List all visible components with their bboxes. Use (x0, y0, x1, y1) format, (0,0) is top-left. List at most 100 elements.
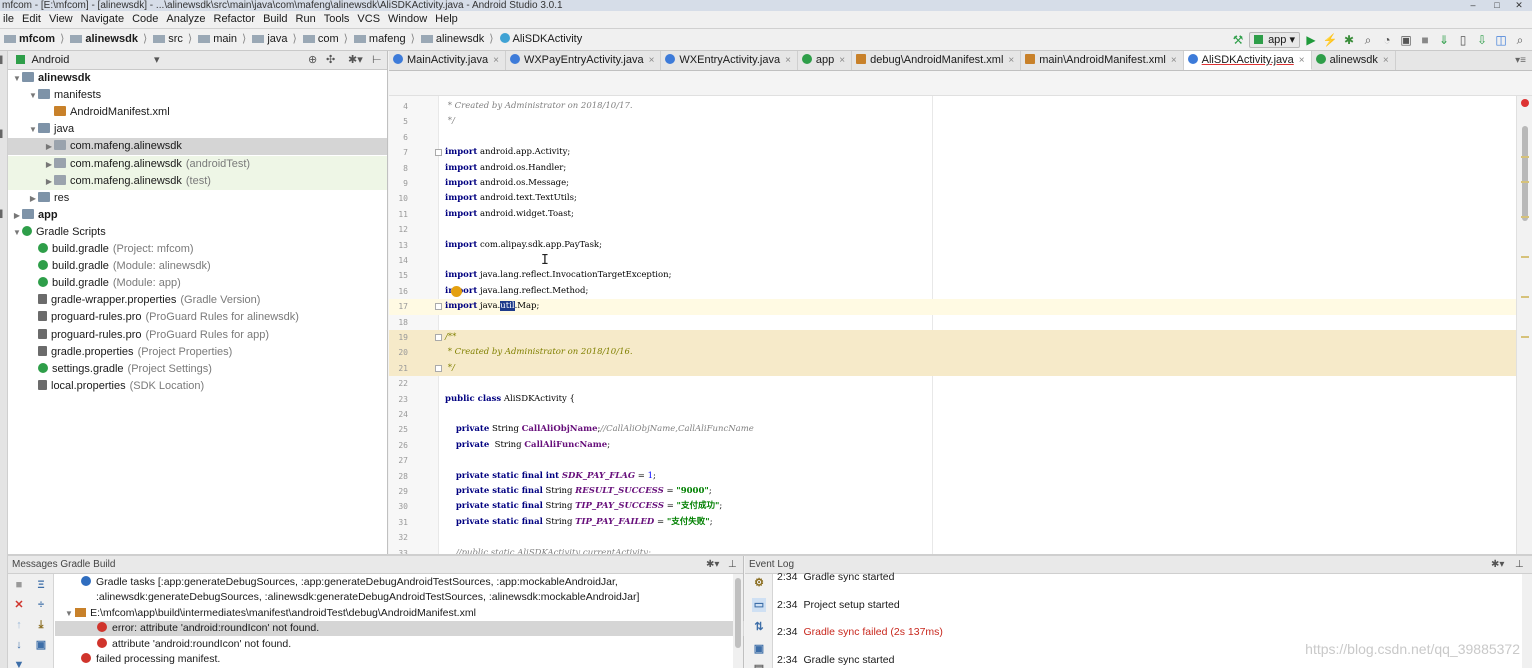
code-line[interactable]: * Created by Administrator on 2018/10/16… (445, 345, 633, 360)
breadcrumb-item[interactable]: mfcom (0, 29, 58, 50)
hide-panel-icon[interactable]: ⊥ (728, 556, 737, 574)
tree-node[interactable]: ▶ app (8, 207, 387, 224)
tree-node[interactable]: ▶ res (8, 190, 387, 207)
chevron-right-icon[interactable]: ▶ (44, 138, 54, 155)
error-stripe-icon[interactable] (1521, 99, 1529, 107)
editor-tab[interactable]: main\AndroidManifest.xml × (1021, 51, 1184, 70)
mark-read-icon[interactable]: ▣ (752, 642, 766, 656)
editor-tab[interactable]: AliSDKActivity.java × (1183, 51, 1312, 70)
code-editor[interactable]: 4 * Created by Administrator on 2018/10/… (389, 71, 1532, 554)
menu-item-tools[interactable]: Tools (321, 11, 355, 28)
close-tab-icon[interactable]: × (785, 55, 791, 66)
structure-tool-icon[interactable]: ▌ (0, 131, 8, 138)
close-window-button[interactable]: ✕ (1508, 0, 1530, 11)
tree-node[interactable]: ▶ com.mafeng.alinewsdk (androidTest) (8, 155, 387, 173)
code-line[interactable]: //public static AliSDKActivity currentAc… (445, 546, 651, 554)
gear-icon[interactable]: ✱▾ (706, 556, 719, 574)
tree-node[interactable]: proguard-rules.pro (ProGuard Rules for ap… (8, 327, 387, 344)
fold-marker-icon[interactable] (435, 364, 442, 372)
chevron-right-icon[interactable]: ▶ (44, 156, 54, 173)
tree-node[interactable]: build.gradle (Project: mfcom) (8, 241, 387, 258)
intention-bulb-icon[interactable] (451, 285, 462, 297)
menu-item-navigate[interactable]: Navigate (78, 11, 129, 28)
menu-item-run[interactable]: Run (293, 11, 321, 28)
gear-icon[interactable]: ✱▾ (1491, 556, 1504, 574)
minimize-button[interactable]: – (1462, 0, 1484, 11)
export-icon[interactable]: ⤓ (34, 618, 48, 632)
code-line[interactable]: private static final int SDK_PAY_FLAG = … (445, 469, 656, 484)
coverage-icon[interactable]: ▣ (1398, 32, 1414, 48)
stop-icon[interactable]: ■ (1417, 32, 1433, 48)
message-row[interactable]: failed processing manifest. (55, 652, 744, 667)
breadcrumb-item[interactable]: java (248, 29, 290, 50)
layout-icon[interactable]: ▣ (34, 638, 48, 652)
event-log-entry[interactable]: 2:34 Gradle sync started (777, 653, 894, 667)
expand-all-icon[interactable]: Ξ (34, 578, 48, 592)
breadcrumb-item[interactable]: alinewsdk (417, 29, 487, 50)
editor-tab[interactable]: MainActivity.java × (389, 51, 506, 70)
close-tab-icon[interactable]: × (1008, 55, 1014, 66)
breadcrumb-item[interactable]: main (194, 29, 240, 50)
hide-panel-icon[interactable]: ⊢ (372, 51, 382, 70)
editor-tab[interactable]: WXPayEntryActivity.java × (505, 51, 662, 70)
filter-icon[interactable]: ▼ (12, 658, 26, 668)
hide-panel-icon[interactable]: ⊥ (1515, 556, 1524, 574)
event-log-entry[interactable]: 2:34 Gradle sync failed (2s 137ms) (777, 625, 943, 639)
message-row[interactable]: error: attribute 'android:roundIcon' not… (55, 621, 744, 637)
settings-icon[interactable]: ⚙ (752, 576, 766, 590)
attach-debugger-icon[interactable]: ⌕ (1360, 32, 1376, 48)
code-line[interactable]: import com.alipay.sdk.app.PayTask; (445, 238, 602, 253)
close-tab-icon[interactable]: × (839, 55, 845, 66)
breadcrumb-item[interactable]: mafeng (350, 29, 409, 50)
fold-marker-icon[interactable] (435, 303, 442, 311)
tree-node[interactable]: gradle.properties (Project Properties) (8, 344, 387, 361)
clear-icon[interactable]: ▤ (752, 662, 766, 668)
collapse-all-icon[interactable]: ✣ (326, 51, 335, 70)
breadcrumb-item[interactable]: alinewsdk (66, 29, 141, 50)
balloon-icon[interactable]: ▭ (752, 598, 766, 612)
code-line[interactable]: /** (445, 330, 456, 345)
menu-item-view[interactable]: View (46, 11, 78, 28)
tree-node[interactable]: local.properties (SDK Location) (8, 378, 387, 395)
chevron-down-icon[interactable]: ▾ (154, 51, 160, 70)
code-line[interactable]: public class AliSDKActivity { (445, 392, 575, 407)
event-message[interactable]: Gradle sync failed (2s 137ms) (803, 626, 942, 638)
arrow-down-icon[interactable]: ↓ (12, 638, 26, 652)
arrow-up-icon[interactable]: ↑ (12, 618, 26, 632)
event-log-entry[interactable]: 2:34 Gradle sync started (777, 570, 894, 584)
tree-node[interactable]: gradle-wrapper.properties (Gradle Version… (8, 292, 387, 309)
chevron-down-icon[interactable]: ▼ (28, 121, 38, 138)
menu-item-window[interactable]: Window (385, 11, 432, 28)
rerun-icon[interactable]: ■ (12, 578, 26, 592)
project-structure-icon[interactable]: ◫ (1493, 32, 1509, 48)
message-row[interactable]: :alinewsdk:generateDebugSources, :alinew… (55, 590, 744, 605)
code-line[interactable]: import android.os.Message; (445, 176, 569, 191)
captures-tool-icon[interactable]: ▌ (0, 211, 8, 218)
breadcrumb-item[interactable]: com (299, 29, 342, 50)
code-line[interactable]: import java.lang.reflect.Method; (445, 284, 588, 299)
breadcrumb-item[interactable]: AliSDKActivity (496, 29, 586, 50)
menu-item-help[interactable]: Help (432, 11, 463, 28)
code-line[interactable]: import android.app.Activity; (445, 145, 570, 160)
message-row[interactable]: ▼ E:\mfcom\app\build\intermediates\manif… (55, 606, 744, 621)
code-line[interactable]: import java.lang.reflect.InvocationTarge… (445, 268, 671, 283)
tree-node[interactable]: ▼ Gradle Scripts (8, 224, 387, 241)
close-icon[interactable]: ✕ (12, 598, 26, 612)
code-line[interactable]: */ (445, 361, 455, 376)
tree-node[interactable]: build.gradle (Module: alinewsdk) (8, 258, 387, 275)
debug-icon[interactable]: ✱ (1341, 32, 1357, 48)
menu-item-code[interactable]: Code (129, 11, 163, 28)
code-line[interactable]: import android.os.Handler; (445, 161, 566, 176)
project-tool-icon[interactable]: ▌ (0, 57, 8, 64)
chevron-down-icon[interactable]: ▼ (65, 609, 75, 618)
tree-node[interactable]: ▼ java (8, 121, 387, 138)
message-row[interactable]: Gradle tasks [:app:generateDebugSources,… (55, 575, 744, 590)
close-tab-icon[interactable]: × (493, 55, 499, 66)
chevron-down-icon[interactable]: ▼ (12, 70, 22, 87)
code-line[interactable]: private static final String TIP_PAY_FAIL… (445, 515, 713, 530)
scroll-from-source-icon[interactable]: ⊕ (308, 51, 317, 70)
menu-item-analyze[interactable]: Analyze (163, 11, 210, 28)
close-tab-icon[interactable]: × (1171, 55, 1177, 66)
fold-marker-icon[interactable] (435, 149, 442, 157)
profile-icon[interactable]: ◔ (1379, 32, 1395, 48)
